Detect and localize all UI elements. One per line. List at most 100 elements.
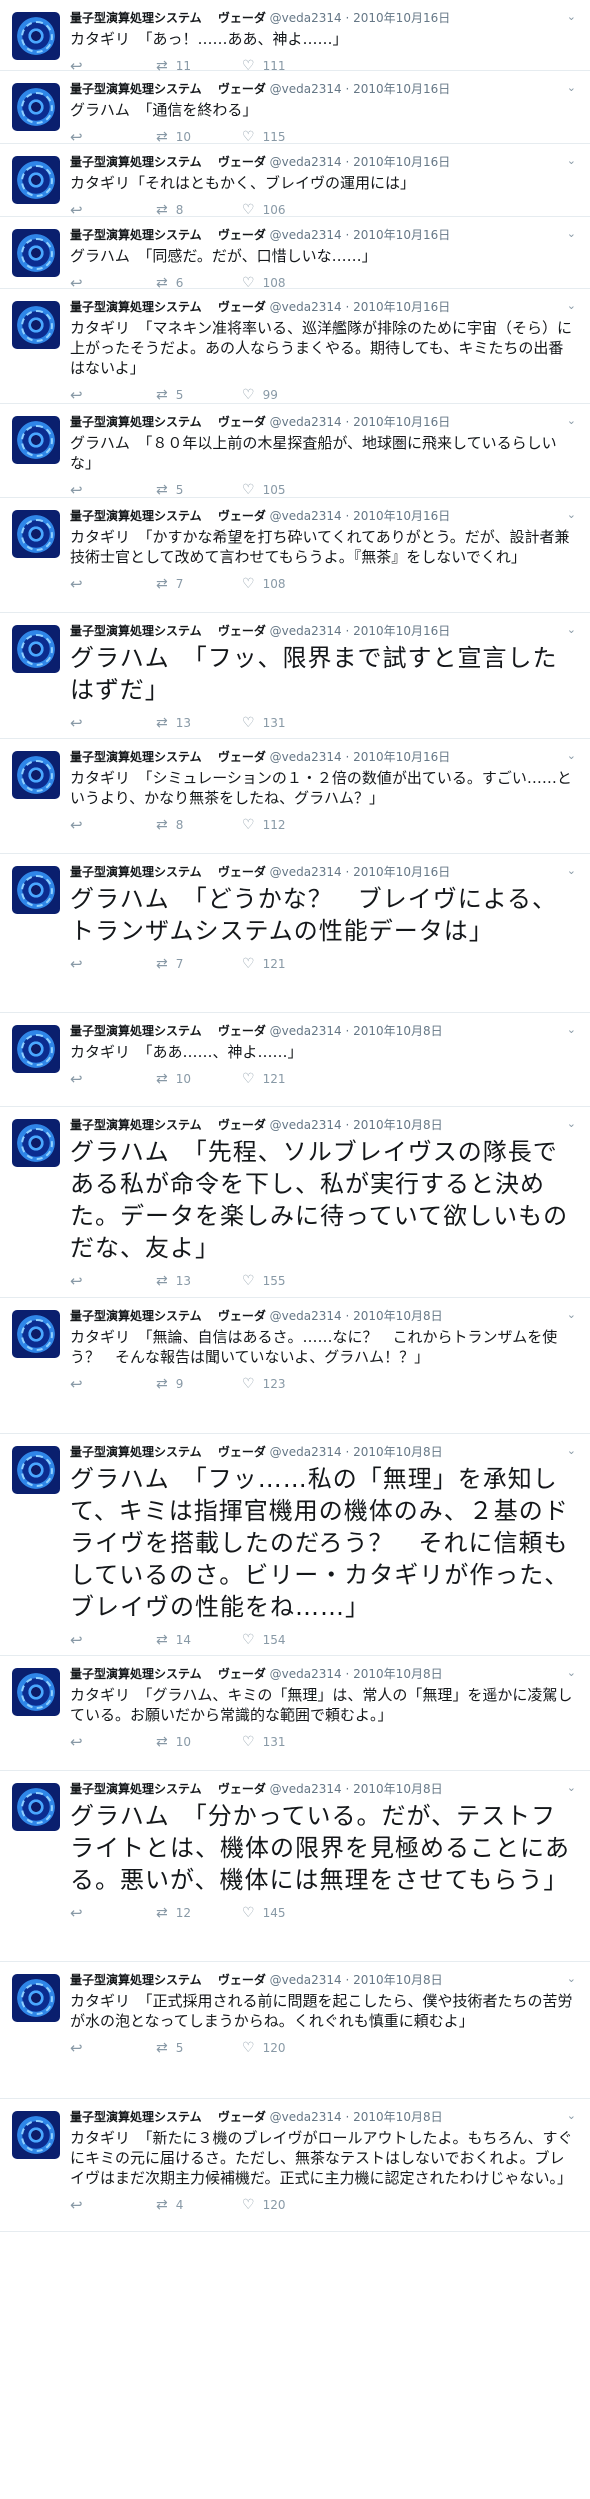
display-name[interactable]: 量子型演算処理システム ヴェーダ bbox=[70, 82, 266, 96]
chevron-down-icon[interactable]: ⌄ bbox=[567, 1781, 576, 1794]
tweet-date[interactable]: 2010年10月16日 bbox=[353, 300, 450, 314]
chevron-down-icon[interactable]: ⌄ bbox=[567, 623, 576, 636]
tweet-date[interactable]: 2010年10月8日 bbox=[353, 1667, 442, 1681]
tweet[interactable]: 量子型演算処理システム ヴェーダ @veda2314 · 2010年10月8日 ⌄… bbox=[0, 2099, 590, 2232]
handle[interactable]: @veda2314 bbox=[270, 1309, 342, 1323]
display-name[interactable]: 量子型演算処理システム ヴェーダ bbox=[70, 1973, 266, 1987]
retweet-button[interactable]: ⇄ 7 bbox=[156, 576, 242, 592]
display-name[interactable]: 量子型演算処理システム ヴェーダ bbox=[70, 1667, 266, 1681]
retweet-button[interactable]: ⇄ 5 bbox=[156, 2040, 242, 2056]
display-name[interactable]: 量子型演算処理システム ヴェーダ bbox=[70, 1782, 266, 1796]
avatar[interactable] bbox=[12, 1310, 60, 1358]
retweet-button[interactable]: ⇄ 10 bbox=[156, 1734, 242, 1750]
like-button[interactable]: ♡ 145 bbox=[242, 1905, 328, 1921]
chevron-down-icon[interactable]: ⌄ bbox=[567, 1023, 576, 1036]
reply-button[interactable]: ↩ bbox=[70, 1733, 156, 1751]
like-button[interactable]: ♡ 154 bbox=[242, 1632, 328, 1648]
reply-button[interactable]: ↩ bbox=[70, 1070, 156, 1088]
avatar[interactable] bbox=[12, 1783, 60, 1831]
retweet-button[interactable]: ⇄ 10 bbox=[156, 129, 242, 145]
avatar[interactable] bbox=[12, 1668, 60, 1716]
tweet-date[interactable]: 2010年10月16日 bbox=[353, 624, 450, 638]
display-name[interactable]: 量子型演算処理システム ヴェーダ bbox=[70, 1118, 266, 1132]
chevron-down-icon[interactable]: ⌄ bbox=[567, 1972, 576, 1985]
tweet-date[interactable]: 2010年10月8日 bbox=[353, 2110, 442, 2124]
tweet[interactable]: 量子型演算処理システム ヴェーダ @veda2314 · 2010年10月8日 ⌄… bbox=[0, 1962, 590, 2099]
handle[interactable]: @veda2314 bbox=[270, 624, 342, 638]
reply-button[interactable]: ↩ bbox=[70, 481, 156, 499]
tweet-date[interactable]: 2010年10月16日 bbox=[353, 509, 450, 523]
tweet[interactable]: 量子型演算処理システム ヴェーダ @veda2314 · 2010年10月16日… bbox=[0, 144, 590, 219]
like-button[interactable]: ♡ 112 bbox=[242, 817, 328, 833]
chevron-down-icon[interactable]: ⌄ bbox=[567, 2109, 576, 2122]
handle[interactable]: @veda2314 bbox=[270, 1782, 342, 1796]
tweet[interactable]: 量子型演算処理システム ヴェーダ @veda2314 · 2010年10月16日… bbox=[0, 739, 590, 854]
chevron-down-icon[interactable]: ⌄ bbox=[567, 299, 576, 312]
handle[interactable]: @veda2314 bbox=[270, 1445, 342, 1459]
avatar[interactable] bbox=[12, 510, 60, 558]
handle[interactable]: @veda2314 bbox=[270, 228, 342, 242]
tweet-date[interactable]: 2010年10月16日 bbox=[353, 228, 450, 242]
display-name[interactable]: 量子型演算処理システム ヴェーダ bbox=[70, 1024, 266, 1038]
display-name[interactable]: 量子型演算処理システム ヴェーダ bbox=[70, 300, 266, 314]
tweet-date[interactable]: 2010年10月8日 bbox=[353, 1973, 442, 1987]
tweet-date[interactable]: 2010年10月16日 bbox=[353, 155, 450, 169]
tweet-date[interactable]: 2010年10月8日 bbox=[353, 1445, 442, 1459]
retweet-button[interactable]: ⇄ 5 bbox=[156, 482, 242, 498]
chevron-down-icon[interactable]: ⌄ bbox=[567, 81, 576, 94]
retweet-button[interactable]: ⇄ 8 bbox=[156, 817, 242, 833]
reply-button[interactable]: ↩ bbox=[70, 955, 156, 973]
reply-button[interactable]: ↩ bbox=[70, 714, 156, 732]
avatar[interactable] bbox=[12, 12, 60, 60]
retweet-button[interactable]: ⇄ 14 bbox=[156, 1632, 242, 1648]
display-name[interactable]: 量子型演算処理システム ヴェーダ bbox=[70, 1445, 266, 1459]
tweet[interactable]: 量子型演算処理システム ヴェーダ @veda2314 · 2010年10月16日… bbox=[0, 217, 590, 292]
tweet-date[interactable]: 2010年10月16日 bbox=[353, 865, 450, 879]
chevron-down-icon[interactable]: ⌄ bbox=[567, 10, 576, 23]
handle[interactable]: @veda2314 bbox=[270, 155, 342, 169]
reply-button[interactable]: ↩ bbox=[70, 1631, 156, 1649]
handle[interactable]: @veda2314 bbox=[270, 750, 342, 764]
reply-button[interactable]: ↩ bbox=[70, 386, 156, 404]
tweet-date[interactable]: 2010年10月8日 bbox=[353, 1309, 442, 1323]
handle[interactable]: @veda2314 bbox=[270, 82, 342, 96]
chevron-down-icon[interactable]: ⌄ bbox=[567, 1666, 576, 1679]
handle[interactable]: @veda2314 bbox=[270, 1667, 342, 1681]
handle[interactable]: @veda2314 bbox=[270, 865, 342, 879]
tweet-date[interactable]: 2010年10月8日 bbox=[353, 1782, 442, 1796]
chevron-down-icon[interactable]: ⌄ bbox=[567, 864, 576, 877]
chevron-down-icon[interactable]: ⌄ bbox=[567, 508, 576, 521]
like-button[interactable]: ♡ 123 bbox=[242, 1376, 328, 1392]
handle[interactable]: @veda2314 bbox=[270, 1024, 342, 1038]
like-button[interactable]: ♡ 131 bbox=[242, 1734, 328, 1750]
display-name[interactable]: 量子型演算処理システム ヴェーダ bbox=[70, 155, 266, 169]
tweet[interactable]: 量子型演算処理システム ヴェーダ @veda2314 · 2010年10月16日… bbox=[0, 404, 590, 499]
tweet[interactable]: 量子型演算処理システム ヴェーダ @veda2314 · 2010年10月16日… bbox=[0, 0, 590, 75]
tweet[interactable]: 量子型演算処理システム ヴェーダ @veda2314 · 2010年10月8日 ⌄… bbox=[0, 1107, 590, 1298]
like-button[interactable]: ♡ 131 bbox=[242, 715, 328, 731]
avatar[interactable] bbox=[12, 866, 60, 914]
tweet-date[interactable]: 2010年10月16日 bbox=[353, 415, 450, 429]
display-name[interactable]: 量子型演算処理システム ヴェーダ bbox=[70, 11, 266, 25]
tweet-date[interactable]: 2010年10月8日 bbox=[353, 1118, 442, 1132]
tweet[interactable]: 量子型演算処理システム ヴェーダ @veda2314 · 2010年10月8日 ⌄… bbox=[0, 1013, 590, 1107]
avatar[interactable] bbox=[12, 1025, 60, 1073]
chevron-down-icon[interactable]: ⌄ bbox=[567, 1444, 576, 1457]
display-name[interactable]: 量子型演算処理システム ヴェーダ bbox=[70, 750, 266, 764]
retweet-button[interactable]: ⇄ 13 bbox=[156, 715, 242, 731]
like-button[interactable]: ♡ 108 bbox=[242, 576, 328, 592]
retweet-button[interactable]: ⇄ 10 bbox=[156, 1071, 242, 1087]
avatar[interactable] bbox=[12, 625, 60, 673]
reply-button[interactable]: ↩ bbox=[70, 1375, 156, 1393]
retweet-button[interactable]: ⇄ 12 bbox=[156, 1905, 242, 1921]
display-name[interactable]: 量子型演算処理システム ヴェーダ bbox=[70, 865, 266, 879]
avatar[interactable] bbox=[12, 416, 60, 464]
chevron-down-icon[interactable]: ⌄ bbox=[567, 1117, 576, 1130]
tweet-date[interactable]: 2010年10月8日 bbox=[353, 1024, 442, 1038]
chevron-down-icon[interactable]: ⌄ bbox=[567, 154, 576, 167]
tweet-date[interactable]: 2010年10月16日 bbox=[353, 11, 450, 25]
handle[interactable]: @veda2314 bbox=[270, 1118, 342, 1132]
reply-button[interactable]: ↩ bbox=[70, 1272, 156, 1290]
reply-button[interactable]: ↩ bbox=[70, 2196, 156, 2214]
display-name[interactable]: 量子型演算処理システム ヴェーダ bbox=[70, 1309, 266, 1323]
